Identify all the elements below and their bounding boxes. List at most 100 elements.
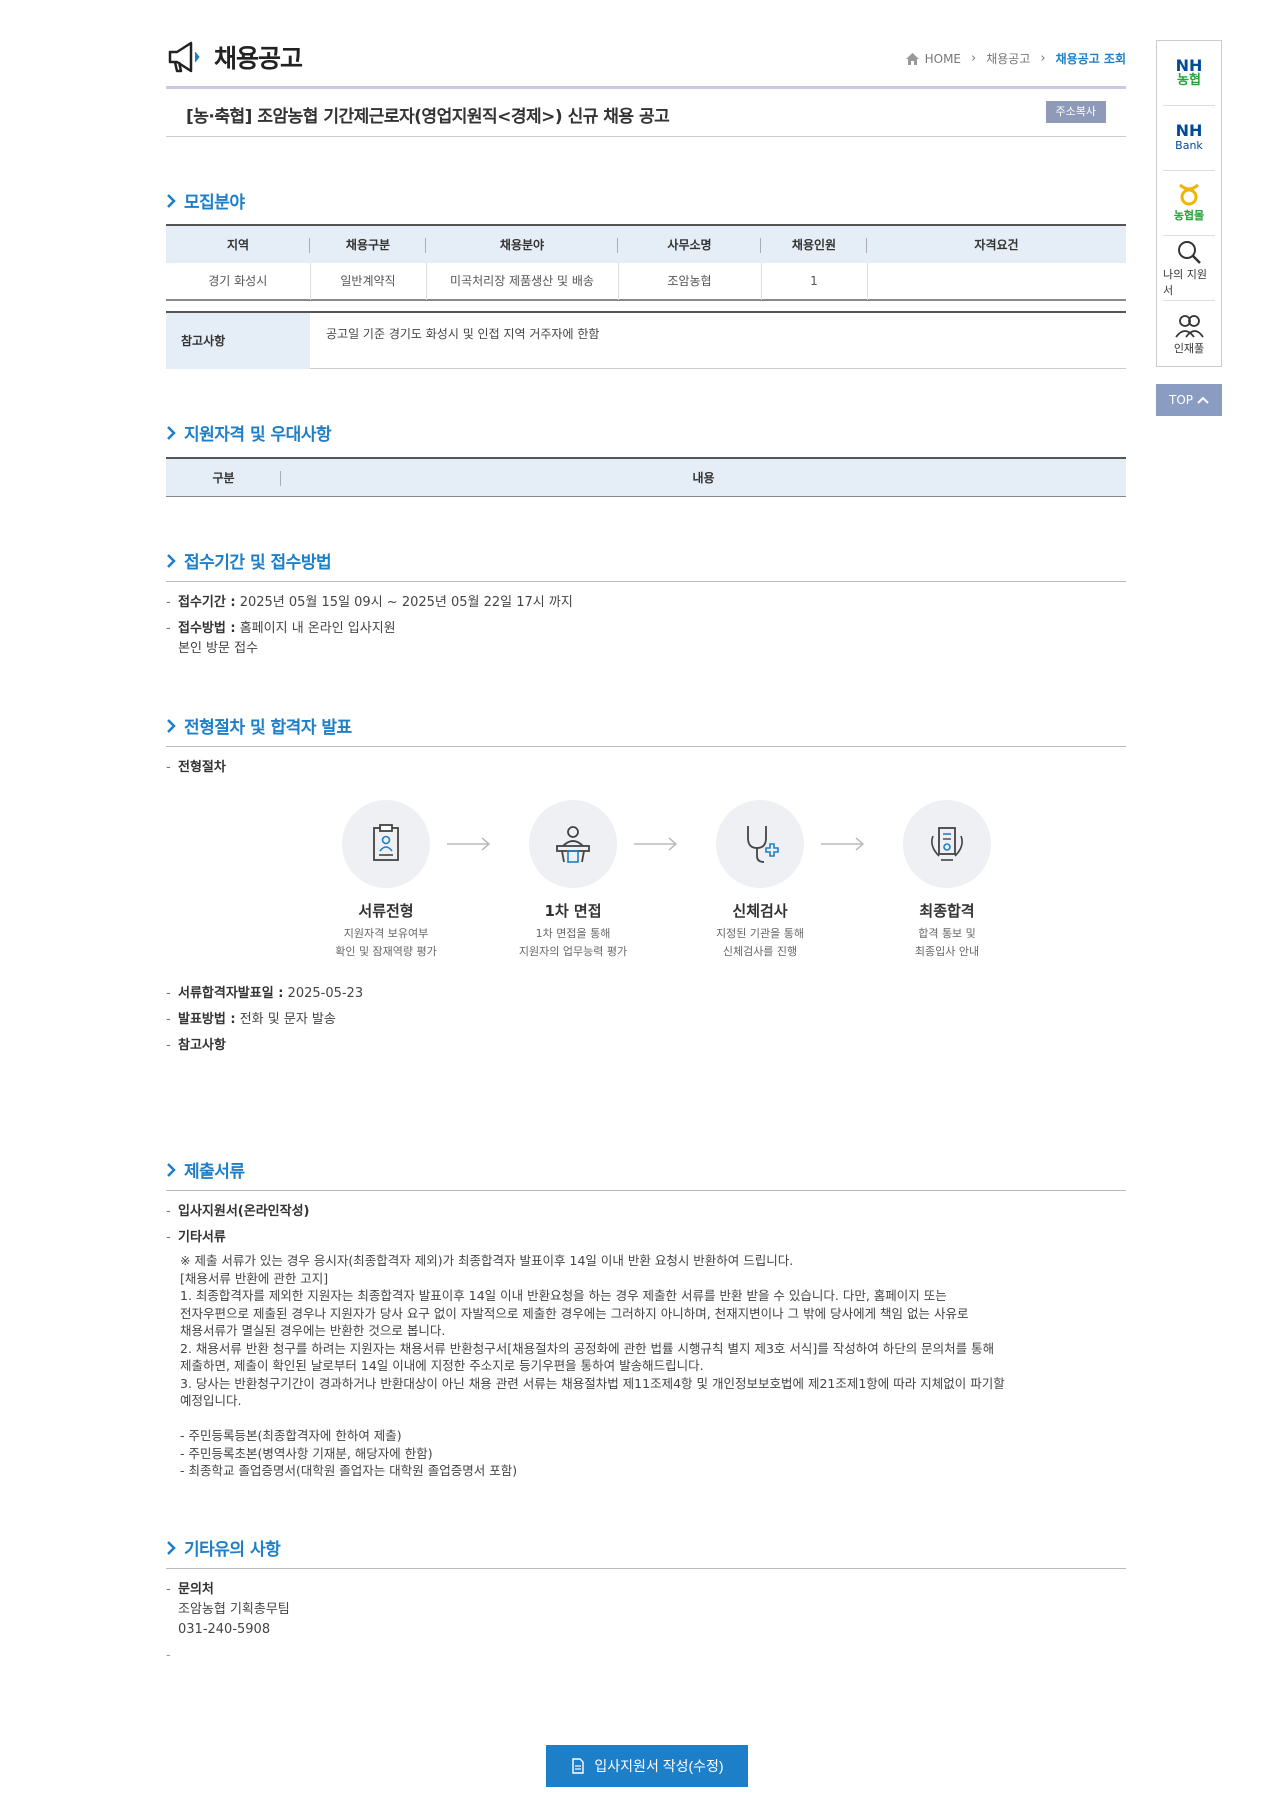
contact-info: - 문의처 조암농협 기획총무팀 031-240-5908 [166, 1580, 290, 1640]
posting-title: [농·축협] 조암농협 기간제근로자(영업지원직<경제>) 신규 채용 공고 [186, 107, 670, 127]
quick-label: 인재풀 [1173, 341, 1205, 355]
chevron-right-icon: › [971, 51, 977, 66]
doc-line: 전자우편으로 제출된 경우나 지원자가 당사 요구 없이 자발적으로 제출한 경… [180, 1305, 969, 1321]
note-label: 참고사항 [166, 313, 310, 369]
page-title: 채용공고 [214, 44, 303, 73]
section-title-text: 제출서류 [184, 1162, 245, 1182]
chevron-up-icon [1197, 396, 1209, 404]
value: 2025-05-23 [287, 986, 364, 1001]
table-header: 채용인원 [761, 225, 867, 263]
chevron-right-icon [167, 1162, 176, 1177]
breadcrumb-recruit[interactable]: 채용공고 [986, 50, 1030, 67]
doc-line: 예정입니다. [180, 1393, 242, 1408]
step-document: 서류전형 지원자격 보유여부 확인 및 잠재역량 평가 [306, 800, 466, 961]
cell-type: 일반계약직 [310, 263, 427, 299]
quick-nh-nonghyup[interactable]: NH 농협 [1163, 41, 1215, 106]
note-text: 공고일 기준 경기도 화성시 및 인접 지역 거주자에 한함 [326, 327, 600, 341]
quick-menu: NH 농협 NH Bank 농협몰 나의 지원서 인재풀 [1156, 40, 1222, 367]
arrow-right-icon [447, 837, 491, 851]
copy-url-button[interactable]: 주소복사 [1045, 101, 1106, 123]
empty-item: - [166, 1648, 171, 1663]
doc-line: 2. 채용서류 반환 청구를 하려는 지원자는 채용서류 반환청구서[채용절차의… [180, 1340, 995, 1356]
label: 접수기간 : [178, 595, 236, 610]
value: 본인 방문 접수 [178, 641, 259, 656]
doc-line: [채용서류 반환에 관한 고지] [180, 1270, 329, 1286]
divider [166, 1190, 1126, 1191]
people-icon [1175, 314, 1204, 338]
button-label: 입사지원서 작성(수정) [594, 1758, 724, 1774]
quick-talent-pool[interactable]: 인재풀 [1163, 301, 1215, 366]
search-icon [1178, 241, 1201, 264]
section-title-text: 전형절차 및 합격자 발표 [184, 718, 352, 738]
selection-note: - 참고사항 [166, 1038, 226, 1053]
quick-nh-bank[interactable]: NH Bank [1163, 106, 1215, 171]
breadcrumb: HOME › 채용공고 › 채용공고 조회 [905, 50, 1126, 67]
doc-line: - 최종학교 졸업증명서(대학원 졸업자는 대학원 졸업증명서 포함) [180, 1463, 518, 1478]
table-header: 구분 [166, 458, 281, 496]
quick-nh-mall[interactable]: 농협몰 [1163, 171, 1215, 236]
process-steps: 서류전형 지원자격 보유여부 확인 및 잠재역량 평가 1차 면접 1차 면접을 … [306, 800, 1046, 960]
contact-phone: 031-240-5908 [178, 1622, 271, 1637]
section-title-documents: 제출서류 [166, 1157, 245, 1182]
breadcrumb-current[interactable]: 채용공고 조회 [1056, 50, 1126, 67]
write-application-button[interactable]: 입사지원서 작성(수정) [546, 1745, 748, 1787]
step-title: 최종합격 [919, 902, 975, 920]
chevron-right-icon [167, 1540, 176, 1555]
section-title-reception: 접수기간 및 접수방법 [166, 548, 332, 573]
table-header: 사무소명 [618, 225, 761, 263]
chevron-right-icon [167, 553, 176, 568]
section-title-qualification: 지원자격 및 우대사항 [166, 420, 332, 445]
step-title: 서류전형 [358, 902, 414, 920]
step-title: 신체검사 [732, 902, 788, 920]
quick-label: 농협몰 [1173, 209, 1205, 222]
step-interview: 1차 면접 1차 면접을 통해 지원자의 업무능력 평가 [493, 800, 653, 961]
process-label: - 전형절차 [166, 760, 226, 775]
posting-subject: [농·축협] 조암농협 기간제근로자(영업지원직<경제>) 신규 채용 공고 주… [166, 89, 1126, 137]
table-row: 경기 화성시 일반계약직 미곡처리장 제품생산 및 배송 조암농협 1 [166, 263, 1126, 299]
step-title: 1차 면접 [544, 902, 602, 920]
chevron-right-icon: › [1040, 51, 1046, 66]
table-header: 채용분야 [426, 225, 618, 263]
doc-line: 채용서류가 멸실된 경우에는 반환한 것으로 봅니다. [180, 1323, 446, 1338]
stethoscope-icon [747, 826, 779, 863]
document-icon [572, 1758, 585, 1774]
doc-line: 1. 최종합격자를 제외한 지원자는 최종합격자 발표이후 14일 이내 반환요… [180, 1288, 947, 1303]
home-icon[interactable] [905, 52, 919, 65]
section-title-text: 모집분야 [184, 193, 245, 213]
value: 2025년 05월 15일 09시 ~ 2025년 05월 22일 17시 까지 [239, 595, 573, 610]
nh-logo: NH 농협 [1175, 56, 1203, 89]
announce-method: - 발표방법 : 전화 및 문자 발송 [166, 1012, 336, 1027]
divider [166, 581, 1126, 582]
section-title-etc: 기타유의 사항 [166, 1535, 281, 1560]
doc-line: 3. 당사는 반환청구기간이 경과하거나 반환대상이 아닌 채용 관련 서류는 … [180, 1375, 1005, 1391]
doc-line [180, 1410, 1120, 1428]
section-title-text: 접수기간 및 접수방법 [184, 553, 332, 573]
contact-org: 조암농협 기획총무팀 [178, 1602, 290, 1617]
table-header: 내용 [281, 458, 1126, 496]
section-title-text: 기타유의 사항 [184, 1540, 281, 1560]
doc-line: - 주민등록초본(병역사항 기재분, 해당자에 한함) [180, 1445, 433, 1461]
label: 서류합격자발표일 : [178, 986, 284, 1001]
cell-office: 조암농협 [618, 263, 762, 299]
breadcrumb-home[interactable]: HOME [925, 52, 961, 66]
quick-my-application[interactable]: 나의 지원서 [1163, 236, 1215, 301]
label: 참고사항 [178, 1038, 226, 1053]
section-title-recruit: 모집분야 [166, 188, 245, 213]
qualification-table: 구분 내용 [166, 457, 1126, 497]
scroll-top-button[interactable]: TOP [1156, 384, 1222, 416]
cell-count: 1 [761, 263, 868, 299]
doc-line: - 주민등록등본(최종합격자에 한하여 제출) [180, 1428, 402, 1443]
table-header: 지역 [166, 225, 310, 263]
doc-item-others: - 기타서류 [166, 1230, 226, 1245]
chevron-right-icon [167, 718, 176, 733]
documents-detail: ※ 제출 서류가 있는 경우 응시자(최종합격자 제외)가 최종합격자 발표이후… [180, 1252, 1120, 1480]
award-icon [931, 827, 963, 861]
cell-region: 경기 화성시 [166, 263, 311, 299]
divider [166, 1568, 1126, 1569]
arrow-right-icon [821, 837, 865, 851]
section-title-text: 지원자격 및 우대사항 [184, 425, 332, 445]
table-header: 자격요건 [867, 225, 1126, 263]
note-table: 참고사항 공고일 기준 경기도 화성시 및 인접 지역 거주자에 한함 [166, 311, 1126, 369]
nh-mall-logo-icon [1179, 183, 1199, 206]
step-desc: 지정된 기관을 통해 신체검사를 진행 [716, 927, 804, 958]
